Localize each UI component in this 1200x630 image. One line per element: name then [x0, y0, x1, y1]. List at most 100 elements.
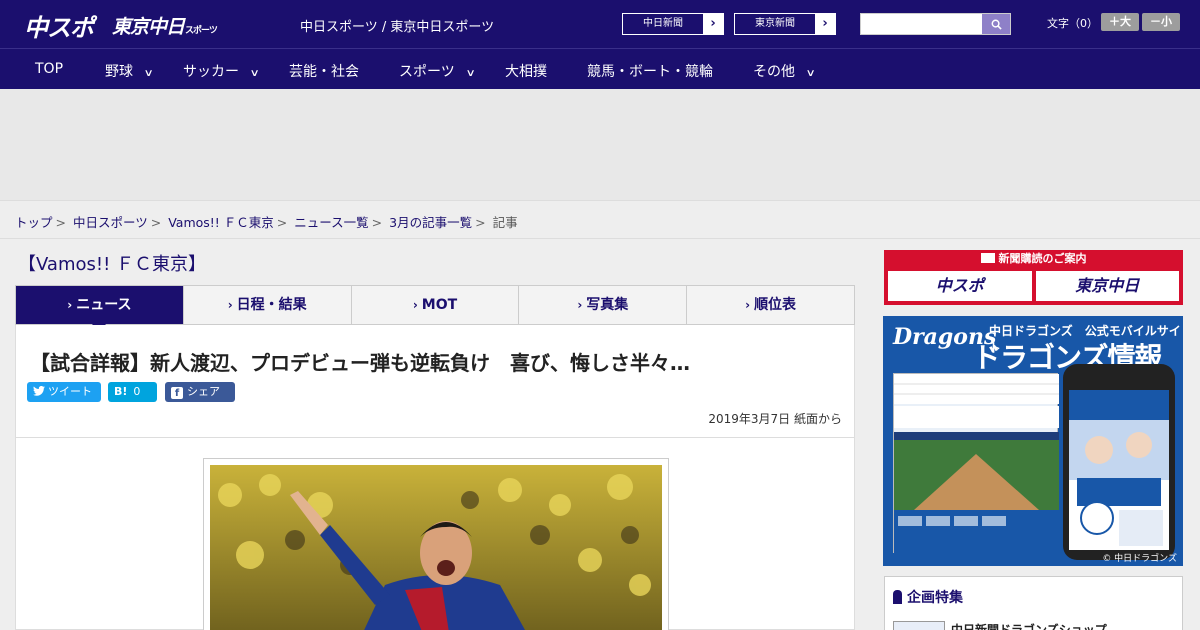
divider — [16, 437, 854, 438]
breadcrumb-link-march-list[interactable]: 3月の記事一覧 — [389, 215, 472, 230]
article-photo-frame — [203, 458, 669, 630]
twitter-icon — [33, 385, 45, 396]
chevron-right-icon: › — [67, 298, 73, 312]
nav-label: 芸能・社会 — [289, 64, 359, 80]
tokyo-logo-text: 東京中日 — [112, 16, 185, 38]
tab-schedule-results[interactable]: › 日程・結果 — [184, 286, 352, 324]
breadcrumb: トップ > 中日スポーツ > Vamos!! ＦＣ東京 > ニュース一覧 > 3月の記事… — [0, 200, 1200, 239]
chevron-right-icon: › — [227, 298, 233, 312]
subscription-banner[interactable]: 新聞購読のご案内 中スポ 東京中日 — [884, 250, 1183, 305]
breadcrumb-separator: > — [371, 215, 383, 230]
dragons-info-banner[interactable]: Dragons 中日ドラゴンズ 公式モバイルサイト ドラゴンズ情報 © 中日ドラ… — [883, 316, 1183, 566]
ad-banner-area — [0, 89, 1200, 200]
nav-item-top[interactable]: TOP — [35, 61, 63, 77]
nav-label: 大相撲 — [505, 64, 547, 80]
nav-label: 競馬・ボート・競輪 — [587, 64, 713, 80]
site-name: 中日スポーツ / 東京中日スポーツ — [300, 20, 495, 35]
tab-photos[interactable]: › 写真集 — [519, 286, 688, 324]
paper-button-label: 中日新聞 — [643, 18, 683, 29]
nav-label: スポーツ — [399, 64, 455, 80]
search-icon — [991, 19, 1002, 30]
newspaper-icon — [980, 253, 995, 263]
nav-label: その他 — [753, 64, 795, 80]
chevron-down-icon: ∨ — [249, 68, 260, 79]
article-headline: 【試合詳報】新人渡辺、プロデビュー弾も逆転負け 喜び、悔しさ半々… — [30, 351, 690, 375]
chevron-right-icon: › — [703, 14, 723, 34]
tab-label: MOT — [421, 297, 458, 313]
feature-thumbnail[interactable] — [893, 621, 945, 630]
hatena-count: 0 — [133, 385, 141, 398]
breadcrumb-link-vamos[interactable]: Vamos!! ＦＣ東京 — [168, 215, 274, 230]
phone-screen — [1069, 390, 1169, 550]
tab-mot[interactable]: › MOT — [352, 286, 520, 324]
tab-label: 日程・結果 — [236, 297, 307, 313]
chevron-down-icon: ∨ — [143, 68, 154, 79]
hatena-icon: B! — [114, 385, 128, 398]
breadcrumb-separator: > — [276, 215, 288, 230]
nav-item-entertainment[interactable]: 芸能・社会 — [289, 61, 359, 81]
font-size-label: 文字（0） — [1047, 17, 1098, 30]
nav-label: サッカー — [183, 64, 239, 80]
chevron-right-icon: › — [815, 14, 835, 34]
nav-item-baseball[interactable]: 野球 ∨ — [105, 61, 154, 81]
tweet-button[interactable]: ツイート — [27, 382, 101, 402]
font-smaller-button[interactable]: －小 — [1142, 13, 1180, 31]
chuspo-logo[interactable]: 中スポ — [24, 8, 94, 43]
scoreboard-illustration — [894, 374, 1059, 554]
search-input[interactable] — [860, 13, 1011, 35]
main-nav: TOP 野球 ∨ サッカー ∨ 芸能・社会 スポーツ ∨ 大相撲 競馬・ボート・競輪 … — [0, 48, 1200, 89]
dragons-copyright: © 中日ドラゴンズ — [1102, 554, 1177, 564]
breadcrumb-current: 記事 — [492, 215, 518, 230]
nav-item-sports[interactable]: スポーツ ∨ — [399, 61, 476, 81]
facebook-label: シェア — [187, 385, 220, 398]
chunichi-shimbun-button[interactable]: 中日新聞 › — [622, 13, 724, 35]
tokyo-chunichi-logo[interactable]: 東京中日スポーツ — [112, 12, 218, 39]
breadcrumb-separator: > — [55, 215, 66, 230]
section-title: 【Vamos!! ＦＣ東京】 — [18, 254, 207, 275]
section-tabs: › ニュース › 日程・結果 › MOT › 写真集 › 順位表 — [15, 285, 855, 332]
tab-label: 順位表 — [754, 297, 797, 313]
article-body: 【試合詳報】新人渡辺、プロデビュー弾も逆転負け 喜び、悔しさ半々… ツイート B… — [15, 325, 855, 630]
tab-label: 写真集 — [586, 297, 629, 313]
subscribe-chuspo-button[interactable]: 中スポ — [888, 271, 1032, 301]
subscribe-title: 新聞購読のご案内 — [998, 252, 1087, 265]
chevron-right-icon: › — [412, 298, 418, 312]
feature-title-text: 企画特集 — [907, 590, 963, 606]
paper-button-label: 東京新聞 — [755, 18, 795, 29]
hatena-bookmark-button[interactable]: B! 0 — [108, 382, 157, 402]
tab-news[interactable]: › ニュース — [16, 286, 184, 332]
article-date: 2019年3月7日 紙面から — [708, 412, 842, 426]
phone-image — [1063, 364, 1175, 560]
photo-illustration — [210, 465, 662, 630]
tab-standings[interactable]: › 順位表 — [687, 286, 854, 324]
nav-item-racing[interactable]: 競馬・ボート・競輪 — [587, 61, 713, 81]
facebook-count: 0 — [171, 405, 178, 418]
breadcrumb-separator: > — [150, 215, 162, 230]
nav-label: 野球 — [105, 64, 133, 80]
tweet-label: ツイート — [48, 385, 92, 398]
breadcrumb-link-top[interactable]: トップ — [15, 215, 53, 230]
nav-item-soccer[interactable]: サッカー ∨ — [183, 61, 260, 81]
breadcrumb-separator: > — [475, 215, 486, 230]
search-button[interactable] — [982, 14, 1010, 34]
site-header: 中スポ 東京中日スポーツ 中日スポーツ / 東京中日スポーツ 中日新聞 › 東京… — [0, 0, 1200, 48]
feature-title: 企画特集 — [893, 587, 963, 607]
chevron-down-icon: ∨ — [805, 68, 816, 79]
chevron-right-icon: › — [577, 298, 583, 312]
feature-box: 企画特集 中日新聞ドラゴンズショップ — [884, 576, 1183, 630]
breadcrumb-link-chunichi-sports[interactable]: 中日スポーツ — [73, 215, 148, 230]
chevron-right-icon: › — [745, 298, 751, 312]
article-photo[interactable] — [210, 465, 662, 630]
nav-item-other[interactable]: その他 ∨ — [753, 61, 816, 81]
feature-item-link[interactable]: 中日新聞ドラゴンズショップ — [951, 621, 1107, 630]
ribbon-icon — [893, 590, 902, 604]
subscribe-tokyo-chunichi-button[interactable]: 東京中日 — [1035, 271, 1179, 301]
tab-label: ニュース — [76, 297, 132, 313]
breadcrumb-link-news-list[interactable]: ニュース一覧 — [294, 215, 368, 230]
nav-item-sumo[interactable]: 大相撲 — [505, 61, 547, 81]
facebook-share-button[interactable]: f シェア 0 — [165, 382, 235, 418]
tokyo-logo-small: スポーツ — [185, 26, 218, 36]
tokyo-shimbun-button[interactable]: 東京新聞 › — [734, 13, 836, 35]
font-larger-button[interactable]: ＋大 — [1101, 13, 1139, 31]
nav-label: TOP — [35, 61, 64, 77]
